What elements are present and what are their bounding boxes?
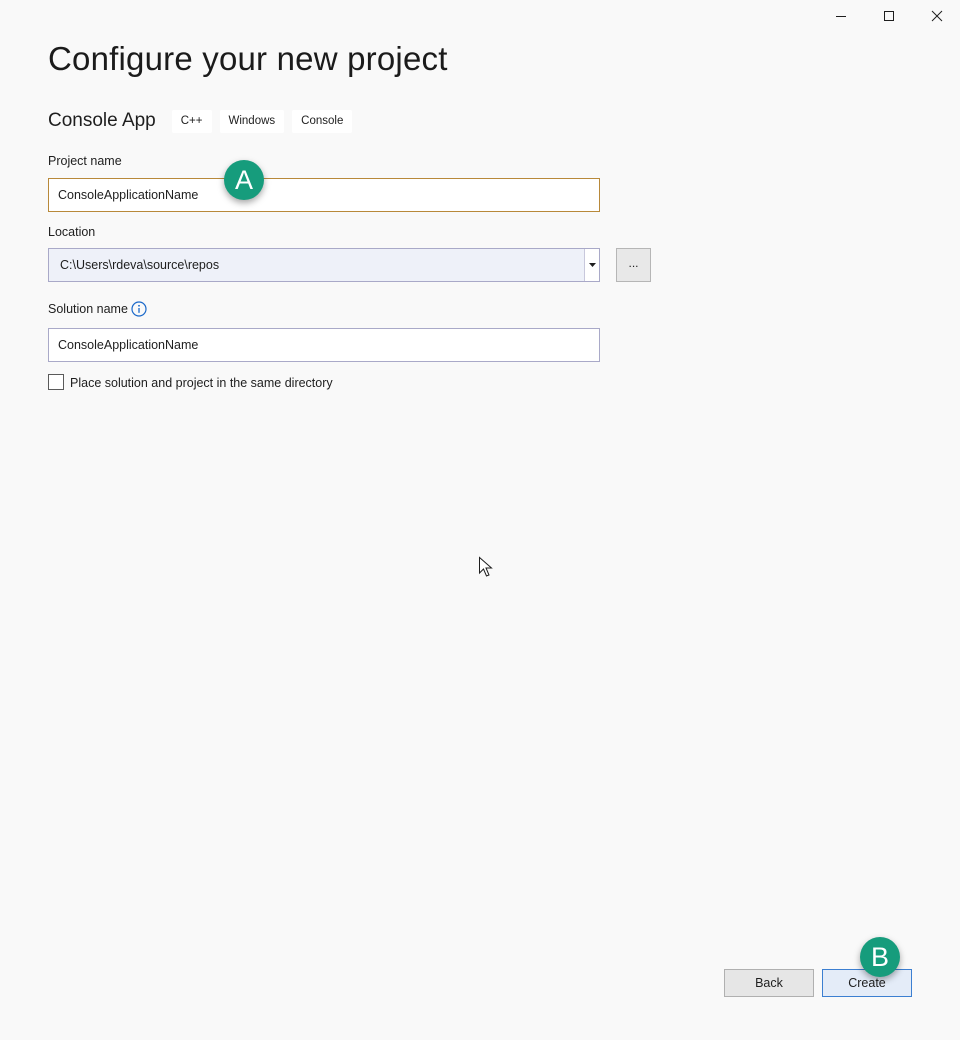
template-summary: Console App C++ Windows Console <box>48 108 360 134</box>
back-button[interactable]: Back <box>724 969 814 997</box>
callout-marker-a: A <box>224 160 264 200</box>
same-directory-label[interactable]: Place solution and project in the same d… <box>70 376 333 390</box>
mouse-pointer-icon <box>479 556 493 577</box>
location-value: C:\Users\rdeva\source\repos <box>60 258 220 272</box>
location-label: Location <box>48 225 96 239</box>
maximize-button[interactable] <box>867 2 911 30</box>
solution-name-input[interactable]: ConsoleApplicationName <box>48 328 600 362</box>
location-combobox[interactable]: C:\Users\rdeva\source\repos <box>48 248 600 282</box>
minimize-button[interactable] <box>819 2 863 30</box>
tag-platform: Windows <box>219 109 285 133</box>
close-icon <box>931 10 943 22</box>
tag-project-type: Console <box>292 109 353 133</box>
solution-name-label: Solution name <box>48 302 128 316</box>
tag-language: C++ <box>171 109 212 133</box>
page-title: Configure your new project <box>48 40 448 77</box>
project-name-input[interactable]: ConsoleApplicationName <box>48 178 600 212</box>
create-button[interactable]: Create <box>822 969 912 997</box>
maximize-icon <box>884 11 894 21</box>
template-name: Console App <box>48 110 156 131</box>
project-name-label: Project name <box>48 154 122 168</box>
info-icon[interactable] <box>131 301 147 317</box>
minimize-icon <box>836 16 846 17</box>
same-directory-checkbox[interactable] <box>48 374 64 390</box>
location-dropdown-button[interactable] <box>584 249 599 281</box>
close-button[interactable] <box>915 2 959 30</box>
chevron-down-icon <box>588 263 596 267</box>
browse-location-button[interactable]: ... <box>616 248 651 282</box>
callout-marker-b: B <box>860 937 900 977</box>
